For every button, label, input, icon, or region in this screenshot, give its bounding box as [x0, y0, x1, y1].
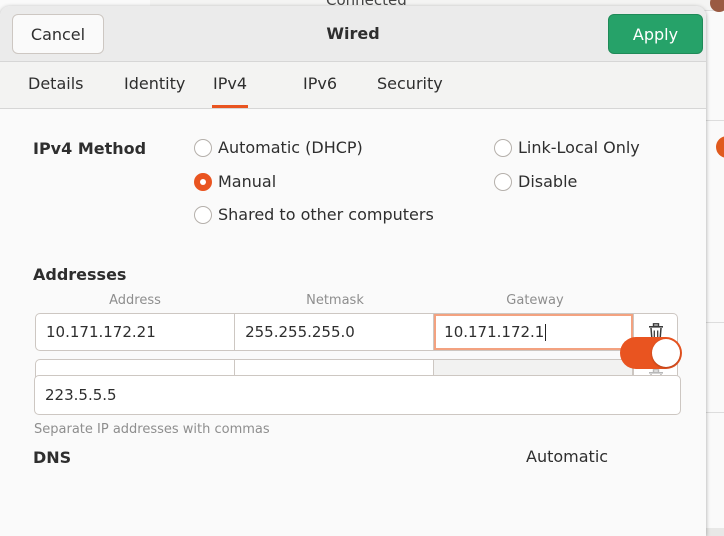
- dns-input[interactable]: 223.5.5.5: [34, 375, 681, 415]
- radio-link-local[interactable]: Link-Local Only: [494, 138, 640, 157]
- tab-bar: Details Identity IPv4 IPv6 Security: [0, 62, 706, 109]
- dns-label: DNS: [33, 448, 72, 467]
- address-row: 10.171.172.21 255.255.255.0 10.171.172.1: [35, 313, 678, 351]
- address-value: 10.171.172.21: [46, 323, 156, 341]
- radio-shared[interactable]: Shared to other computers: [194, 205, 434, 224]
- dialog-title: Wired: [326, 24, 380, 43]
- address-input[interactable]: 10.171.172.21: [36, 314, 236, 350]
- column-header-netmask: Netmask: [306, 293, 364, 308]
- dns-automatic-toggle[interactable]: [620, 337, 682, 369]
- netmask-value: 255.255.255.0: [245, 323, 355, 341]
- netmask-input[interactable]: 255.255.255.0: [235, 314, 435, 350]
- radio-label: Manual: [218, 172, 277, 191]
- background-divider: [706, 120, 724, 121]
- gateway-value: 10.171.172.1: [444, 323, 545, 341]
- dialog-header: Wired Cancel Apply: [0, 6, 706, 62]
- radio-automatic-dhcp[interactable]: Automatic (DHCP): [194, 138, 363, 157]
- column-header-gateway: Gateway: [506, 293, 564, 308]
- ipv4-method-label: IPv4 Method: [33, 139, 147, 158]
- cancel-button[interactable]: Cancel: [12, 14, 104, 54]
- background-divider: [706, 322, 724, 323]
- radio-label: Automatic (DHCP): [218, 138, 363, 157]
- radio-label: Disable: [518, 172, 578, 191]
- addresses-label: Addresses: [33, 265, 127, 284]
- tab-security[interactable]: Security: [377, 62, 443, 108]
- toggle-knob[interactable]: [652, 339, 680, 367]
- dns-value: 223.5.5.5: [45, 386, 117, 404]
- column-header-address: Address: [109, 293, 161, 308]
- gateway-input[interactable]: 10.171.172.1: [434, 314, 634, 350]
- radio-label: Shared to other computers: [218, 205, 434, 224]
- radio-circle[interactable]: [494, 172, 512, 191]
- wired-settings-dialog: Wired Cancel Apply Details Identity IPv4…: [0, 6, 706, 536]
- radio-circle[interactable]: [194, 205, 212, 224]
- background-toggle: [716, 136, 724, 158]
- radio-disable[interactable]: Disable: [494, 172, 577, 191]
- radio-circle[interactable]: [494, 138, 512, 157]
- radio-manual[interactable]: Manual: [194, 172, 276, 191]
- dns-hint-text: Separate IP addresses with commas: [34, 422, 270, 437]
- dns-automatic-label: Automatic: [526, 447, 609, 466]
- tab-ipv4[interactable]: IPv4: [212, 62, 249, 108]
- radio-circle[interactable]: [194, 138, 212, 157]
- background-divider: [706, 412, 724, 413]
- apply-button[interactable]: Apply: [608, 14, 703, 54]
- tab-ipv6[interactable]: IPv6: [303, 62, 337, 108]
- text-cursor: [545, 323, 547, 341]
- tab-details[interactable]: Details: [28, 62, 83, 108]
- tab-identity[interactable]: Identity: [124, 62, 185, 108]
- radio-circle-checked[interactable]: [194, 172, 212, 191]
- radio-label: Link-Local Only: [518, 138, 640, 157]
